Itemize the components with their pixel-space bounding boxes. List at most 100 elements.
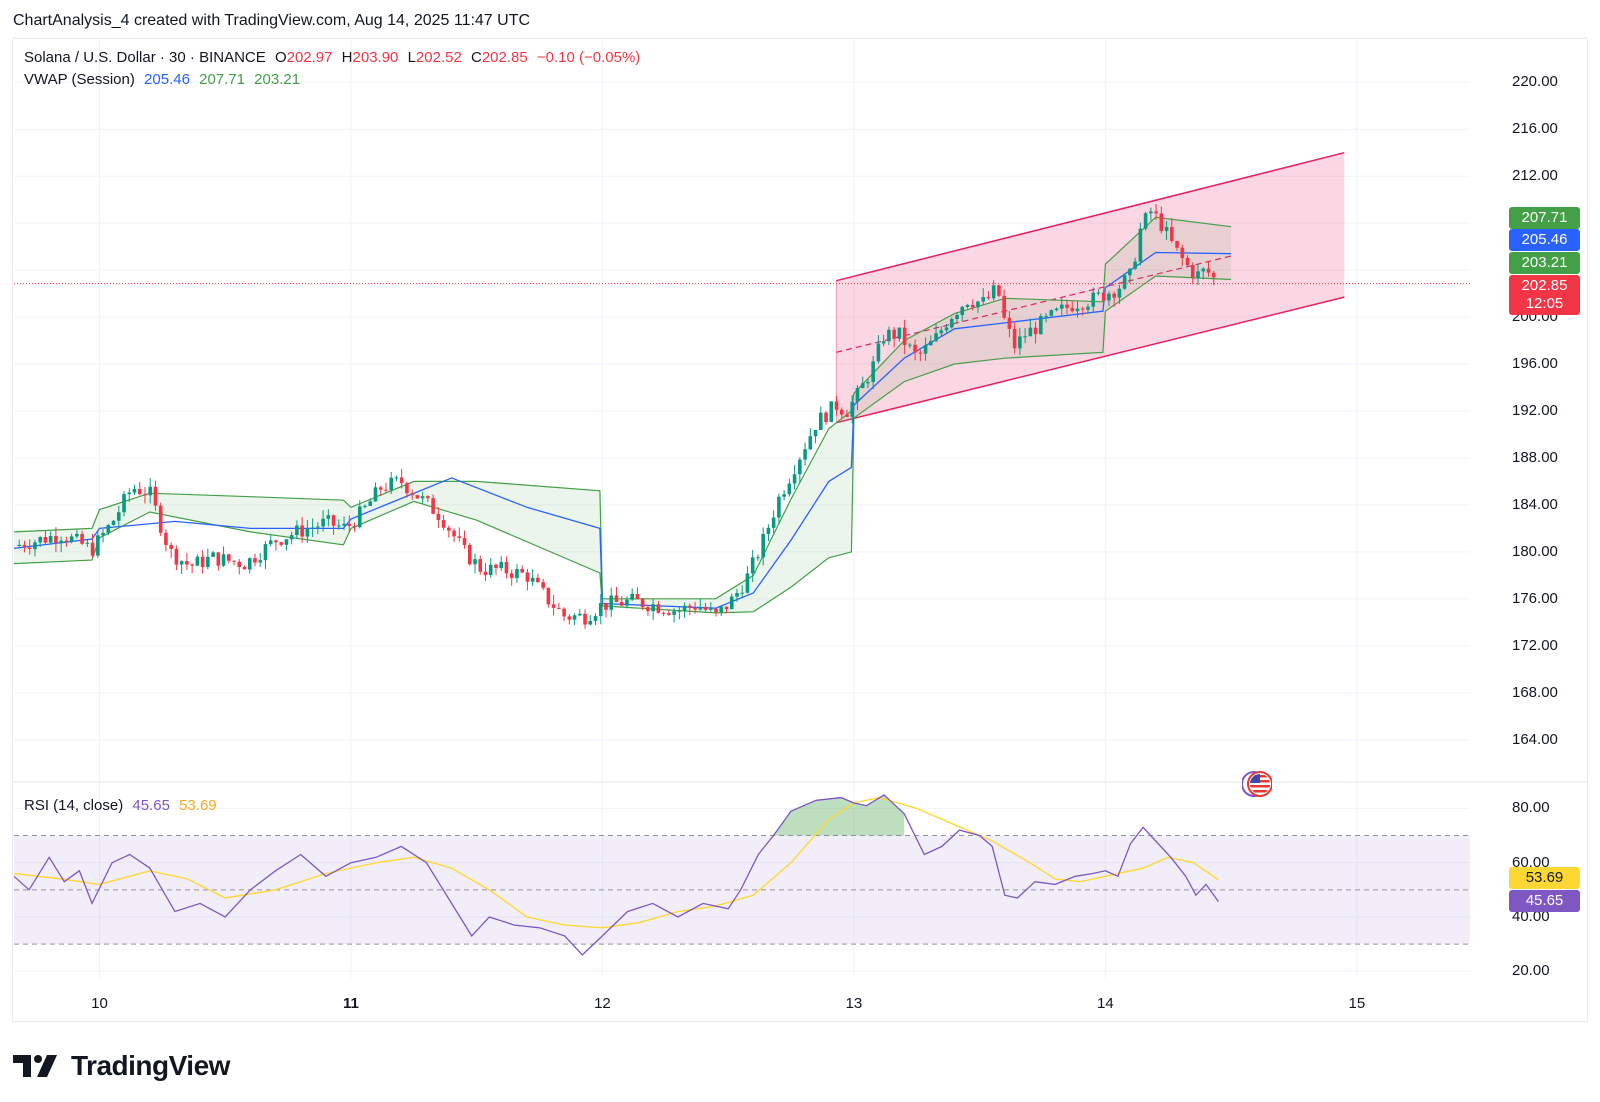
candle-body <box>855 388 860 402</box>
candle-body <box>169 544 173 549</box>
candle-body <box>651 604 655 612</box>
candle-body <box>389 477 394 491</box>
vwap-lower-value: 203.21 <box>254 71 301 88</box>
candle-body <box>976 301 980 308</box>
candle-body <box>420 496 425 499</box>
countdown-value: 12:05 <box>1525 295 1564 312</box>
candle-body <box>295 525 299 536</box>
rsi-ma-badge: 53.69 <box>1509 867 1580 889</box>
candle-body <box>1039 316 1043 335</box>
candle-body <box>918 352 923 354</box>
candle-body <box>242 566 247 570</box>
candle-body <box>881 341 886 344</box>
candle-body <box>284 539 289 545</box>
close-value: C202.85 <box>470 49 528 66</box>
candle-body <box>750 557 755 574</box>
candle-body <box>913 344 917 353</box>
candle-body <box>782 494 786 497</box>
rsi-tick-label: 20.00 <box>1512 962 1550 980</box>
candle-body <box>164 532 168 545</box>
candle-body <box>887 329 891 342</box>
last-price-value: 202.85 <box>1521 277 1568 294</box>
low-value: L202.52 <box>407 49 462 66</box>
candle-body <box>48 536 53 543</box>
candle-body <box>520 569 524 573</box>
candle-body <box>1023 336 1027 338</box>
vwap-badge: 205.46 <box>1509 229 1580 251</box>
candle-body <box>64 540 69 542</box>
candle-body <box>845 414 849 417</box>
candle-body <box>1018 336 1022 349</box>
high-value: H203.90 <box>341 49 399 66</box>
candle-body <box>609 595 614 610</box>
candle-body <box>1096 292 1101 294</box>
candle-body <box>1059 304 1064 309</box>
candle-body <box>551 604 556 608</box>
candle-body <box>116 512 121 521</box>
candle-body <box>321 518 325 527</box>
price-tick-label: 180.00 <box>1512 542 1558 560</box>
vwap-legend[interactable]: VWAP (Session) 205.46 207.71 203.21 <box>24 71 305 88</box>
candle-body <box>127 492 132 495</box>
candle-body <box>368 501 373 506</box>
candle-body <box>90 542 95 556</box>
candle-body <box>247 558 252 570</box>
candle-body <box>436 513 441 521</box>
candle-body <box>337 525 341 527</box>
candle-body <box>347 523 352 526</box>
candle-body <box>43 536 48 543</box>
candle-body <box>939 330 944 334</box>
candle-body <box>1128 268 1132 276</box>
candle-body <box>467 544 472 565</box>
candle-body <box>583 613 587 625</box>
candle-body <box>708 608 713 610</box>
candle-body <box>69 536 74 542</box>
rsi-tick-label: 80.00 <box>1512 799 1550 817</box>
candle-body <box>410 493 414 496</box>
candle-body <box>777 496 781 518</box>
symbol-name[interactable]: Solana / U.S. Dollar · 30 · BINANCE <box>24 49 266 66</box>
candle-body <box>693 607 697 610</box>
candle-body <box>132 488 137 493</box>
candle-body <box>1143 213 1148 229</box>
candle-body <box>300 525 304 537</box>
chart-canvas[interactable] <box>0 0 1600 1102</box>
candle-body <box>745 573 750 593</box>
candle-body <box>813 430 818 437</box>
candle-body <box>111 520 116 526</box>
candle-body <box>237 561 242 567</box>
candle-body <box>221 554 226 566</box>
us-flag-icon[interactable] <box>1242 770 1272 798</box>
rsi-legend[interactable]: RSI (14, close) 45.65 53.69 <box>24 797 222 814</box>
time-tick-label: 15 <box>1348 995 1366 1012</box>
candle-body <box>530 577 535 582</box>
candle-body <box>923 345 928 354</box>
candle-body <box>1075 308 1080 312</box>
candle-body <box>986 297 991 299</box>
candle-body <box>148 486 153 496</box>
candle-body <box>137 488 142 495</box>
candle-body <box>667 613 671 615</box>
candle-body <box>399 477 404 484</box>
candle-body <box>970 304 975 308</box>
channel-fill <box>836 152 1345 423</box>
candle-body <box>483 571 488 576</box>
candle-body <box>75 533 79 537</box>
candle-body <box>619 601 624 606</box>
candle-body <box>981 297 985 302</box>
candle-body <box>305 528 310 537</box>
candle-body <box>462 538 467 545</box>
candle-body <box>59 540 63 544</box>
candle-body <box>829 401 834 423</box>
candle-body <box>771 517 776 528</box>
candle-body <box>153 486 158 506</box>
candle-body <box>452 530 456 537</box>
price-tick-label: 172.00 <box>1512 636 1558 654</box>
candle-body <box>803 449 807 460</box>
tradingview-logo[interactable]: TradingView <box>13 1050 230 1082</box>
candle-body <box>908 344 912 346</box>
candle-body <box>415 495 420 499</box>
candle-body <box>661 612 666 614</box>
candle-body <box>866 381 870 384</box>
candle-body <box>740 592 745 594</box>
